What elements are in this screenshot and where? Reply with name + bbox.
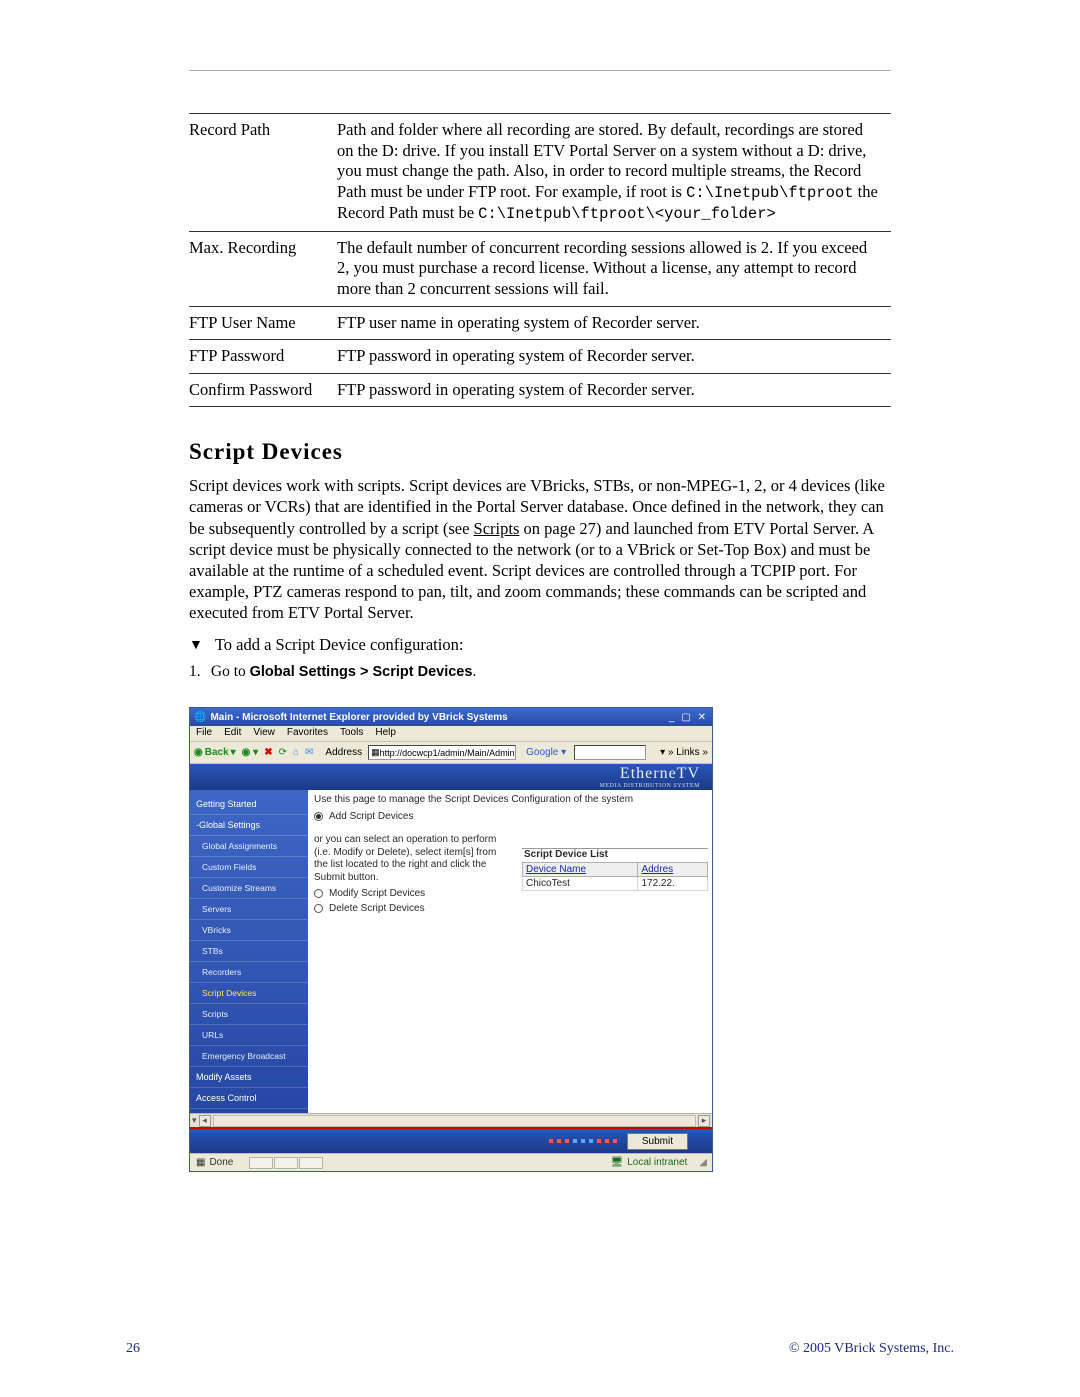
column-header[interactable]: Device Name <box>523 863 638 877</box>
ie-app-icon: 🌐 <box>194 712 206 723</box>
sidebar-item[interactable]: Emergency Broadcast <box>190 1046 308 1067</box>
page-footer: 26 © 2005 VBrick Systems, Inc. <box>126 1341 954 1357</box>
table-row[interactable]: ChicoTest172.22. <box>523 877 708 891</box>
sidebar-item[interactable]: VBricks <box>190 920 308 941</box>
procedure-intro: ▼ To add a Script Device configuration: <box>189 635 891 657</box>
submit-button[interactable]: Submit <box>627 1133 688 1150</box>
submit-bar: Submit <box>190 1127 712 1153</box>
definition-cell: FTP password in operating system of Reco… <box>337 340 891 374</box>
table-row: Record PathPath and folder where all rec… <box>189 114 891 232</box>
table-row: FTP PasswordFTP password in operating sy… <box>189 340 891 374</box>
script-device-list-panel: Script Device List Device NameAddres Chi… <box>522 848 708 891</box>
definitions-table: Record PathPath and folder where all rec… <box>189 113 891 407</box>
ie-window: 🌐 Main - Microsoft Internet Explorer pro… <box>189 707 713 1172</box>
ie-menubar[interactable]: File Edit View Favorites Tools Help <box>190 726 712 742</box>
definition-cell: FTP user name in operating system of Rec… <box>337 306 891 340</box>
ie-titlebar: 🌐 Main - Microsoft Internet Explorer pro… <box>190 708 712 726</box>
term-cell: FTP Password <box>189 340 337 374</box>
sidebar-item[interactable]: Customize Streams <box>190 878 308 899</box>
address-label: Address <box>325 747 362 758</box>
resize-grip-icon: ◢ <box>699 1157 706 1168</box>
page-number: 26 <box>126 1341 140 1357</box>
admin-sidebar[interactable]: Getting Started-Global SettingsGlobal As… <box>190 790 308 1113</box>
google-search-field[interactable] <box>574 745 646 760</box>
radio-dot[interactable] <box>314 904 323 913</box>
zone-indicator: 🖥 Local intranet <box>611 1157 688 1168</box>
sidebar-item[interactable]: Custom Fields <box>190 857 308 878</box>
google-toolbar-label: Google ▾ <box>526 747 566 758</box>
stop-icon[interactable]: ✖ <box>264 747 272 758</box>
menu-favorites[interactable]: Favorites <box>287 727 328 741</box>
term-cell: Confirm Password <box>189 373 337 407</box>
copyright: © 2005 VBrick Systems, Inc. <box>789 1341 954 1357</box>
body-paragraph: Script devices work with scripts. Script… <box>189 475 891 623</box>
ie-toolbar[interactable]: ◉ Back ▾ ◉ ▾ ✖ ⟳ ⌂ ✉ Address ▦ http://do… <box>190 742 712 764</box>
menu-edit[interactable]: Edit <box>224 727 241 741</box>
term-cell: Record Path <box>189 114 337 232</box>
step-1: 1. Go to Global Settings > Script Device… <box>189 663 891 681</box>
search-icon[interactable]: ✉ <box>305 747 313 758</box>
home-icon[interactable]: ⌂ <box>293 747 299 758</box>
definition-cell: Path and folder where all recording are … <box>337 114 891 232</box>
radio-label: Delete Script Devices <box>329 903 425 914</box>
sidebar-item[interactable]: Script Devices <box>190 983 308 1004</box>
radio-dot[interactable] <box>314 812 323 821</box>
sidebar-item[interactable]: STBs <box>190 941 308 962</box>
sidebar-item[interactable]: -Global Settings <box>190 815 308 836</box>
sidebar-item[interactable]: Servers <box>190 899 308 920</box>
refresh-icon[interactable]: ⟳ <box>279 747 287 758</box>
ie-status-icon: ▦ <box>196 1157 205 1168</box>
sidebar-item[interactable]: Modify Assets <box>190 1067 308 1088</box>
definition-cell: The default number of concurrent recordi… <box>337 231 891 306</box>
table-row: FTP User NameFTP user name in operating … <box>189 306 891 340</box>
sidebar-item[interactable]: Getting Started <box>190 794 308 815</box>
operation-description: or you can select an operation to perfor… <box>314 834 512 884</box>
radio-label: Add Script Devices <box>329 811 413 822</box>
menu-tools[interactable]: Tools <box>340 727 363 741</box>
back-button[interactable]: ◉ Back ▾ <box>194 747 236 758</box>
forward-button[interactable]: ◉ ▾ <box>242 747 259 758</box>
window-controls[interactable]: _ ▢ ✕ <box>669 712 708 723</box>
section-heading: Script Devices <box>189 439 891 465</box>
term-cell: Max. Recording <box>189 231 337 306</box>
triangle-bullet-icon: ▼ <box>189 635 203 657</box>
radio-add[interactable]: Add Script Devices <box>314 811 710 822</box>
radio-delete[interactable]: Delete Script Devices <box>314 903 710 914</box>
sidebar-item[interactable]: Global Assignments <box>190 836 308 857</box>
term-cell: FTP User Name <box>189 306 337 340</box>
device-table[interactable]: Device NameAddres ChicoTest172.22. <box>522 862 708 891</box>
list-header: Script Device List <box>522 849 708 862</box>
ie-statusbar: ▦ Done 🖥 Local intranet ◢ <box>190 1153 712 1171</box>
ethernetv-banner: EtherneTV MEDIA DISTRIBUTION SYSTEM <box>190 764 712 790</box>
definition-cell: FTP password in operating system of Reco… <box>337 373 891 407</box>
table-row: Confirm PasswordFTP password in operatin… <box>189 373 891 407</box>
horizontal-scrollbar[interactable]: ▾ ◂▸ <box>190 1113 712 1127</box>
admin-main: Use this page to manage the Script Devic… <box>308 790 712 1113</box>
sidebar-item[interactable]: Recorders <box>190 962 308 983</box>
address-field[interactable]: ▦ http://docwcp1/admin/Main/AdminMain. ▾ <box>368 745 516 760</box>
sidebar-item[interactable]: Scripts <box>190 1004 308 1025</box>
sidebar-item[interactable]: URLs <box>190 1025 308 1046</box>
menu-help[interactable]: Help <box>375 727 396 741</box>
table-row: Max. RecordingThe default number of conc… <box>189 231 891 306</box>
menu-view[interactable]: View <box>253 727 275 741</box>
page-icon: ▦ <box>371 747 380 758</box>
radio-dot[interactable] <box>314 889 323 898</box>
menu-file[interactable]: File <box>196 727 212 741</box>
radio-label: Modify Script Devices <box>329 888 425 899</box>
sidebar-item[interactable]: Access Control <box>190 1088 308 1109</box>
links-label[interactable]: ▾ » Links » <box>660 747 708 758</box>
column-header[interactable]: Addres <box>638 863 708 877</box>
page-intro: Use this page to manage the Script Devic… <box>314 794 710 805</box>
